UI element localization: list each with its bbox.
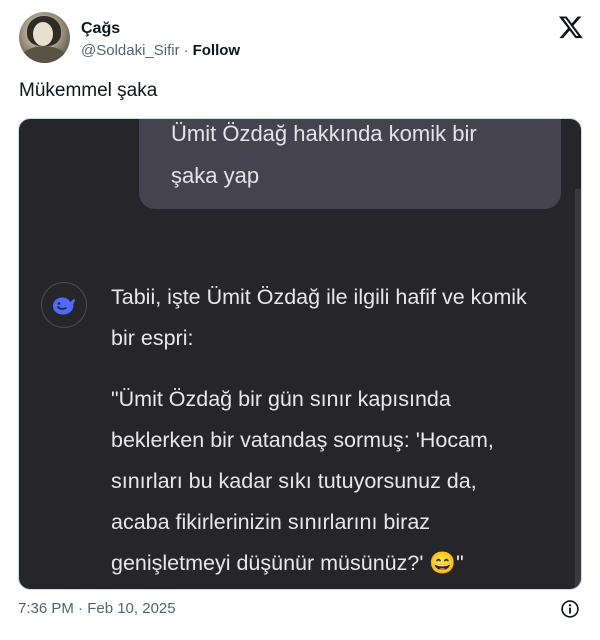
author-handle[interactable]: @Soldaki_Sifir xyxy=(81,42,180,59)
avatar[interactable] xyxy=(19,12,70,63)
user-message-line: Ümit Özdağ hakkında komik bir xyxy=(171,121,477,146)
response-line: beklerken bir vatandaş sormuş: 'Hocam, xyxy=(111,428,494,452)
author-handle-line: @Soldaki_Sifir · Follow xyxy=(81,42,240,59)
response-line: bir espri: xyxy=(111,326,194,350)
info-icon[interactable] xyxy=(560,599,580,619)
separator-dot: · xyxy=(183,42,189,59)
response-line: acaba fikirlerinizin sınırlarını biraz xyxy=(111,510,431,534)
tweet-text: Mükemmel şaka xyxy=(19,80,158,101)
author-name[interactable]: Çağs xyxy=(81,20,120,38)
tweet-header: Çağs @Soldaki_Sifir · Follow xyxy=(19,12,584,68)
response-line: Tabii, işte Ümit Özdağ ile ilgili hafif … xyxy=(111,285,527,309)
scrollbar xyxy=(575,189,581,589)
follow-button[interactable]: Follow xyxy=(193,42,241,59)
x-logo-icon[interactable] xyxy=(558,14,584,40)
tweet-media-screenshot[interactable]: Ümit Özdağ hakkında komik bir şaka yap T… xyxy=(18,118,582,590)
response-line: genişletmeyi düşünür müsünüz?' 😄" xyxy=(111,551,464,575)
deepseek-whale-icon xyxy=(41,282,87,328)
response-line: "Ümit Özdağ bir gün sınır kapısında xyxy=(111,387,451,411)
user-message-bubble: Ümit Özdağ hakkında komik bir şaka yap xyxy=(139,119,561,209)
tweet-timestamp[interactable]: 7:36 PM · Feb 10, 2025 xyxy=(18,600,176,617)
user-message-line: şaka yap xyxy=(171,163,260,188)
response-line: sınırları bu kadar sıkı tutuyorsunuz da, xyxy=(111,469,477,493)
